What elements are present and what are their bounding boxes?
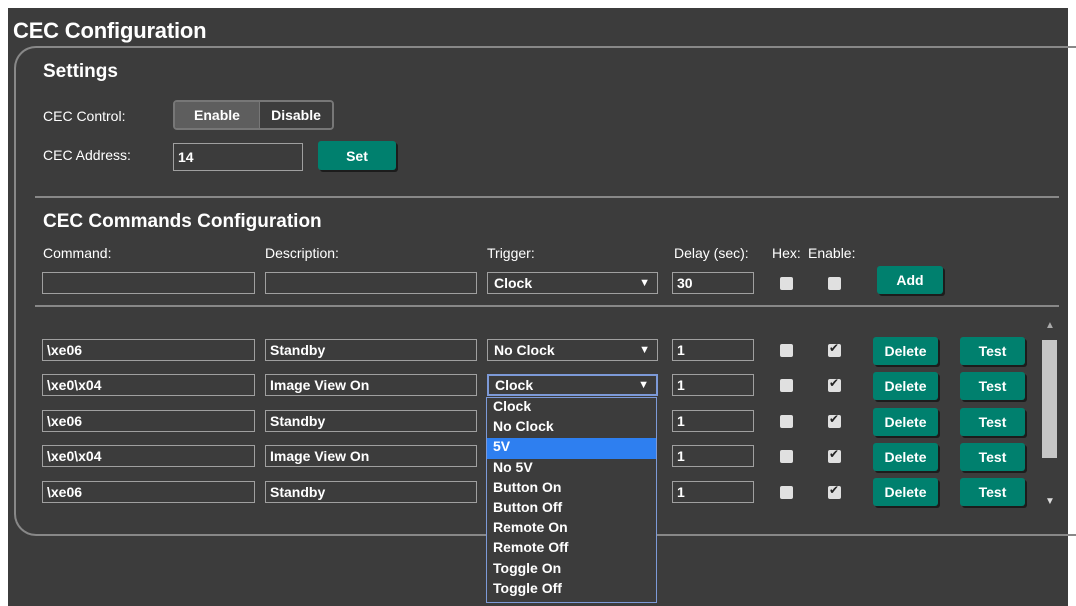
row-trigger-value: No Clock (494, 342, 555, 358)
row-command-input[interactable] (42, 410, 255, 432)
row-delay-input[interactable] (672, 481, 754, 503)
list-divider (35, 305, 1059, 307)
dropdown-option[interactable]: Remote Off (487, 539, 656, 559)
row-command-input[interactable] (42, 481, 255, 503)
cec-address-input[interactable] (173, 143, 303, 171)
new-hex-checkbox[interactable] (780, 277, 793, 290)
set-button[interactable]: Set (318, 141, 396, 170)
trigger-dropdown-list: Clock No Clock 5V No 5V Button On Button… (486, 397, 657, 603)
row-command-input[interactable] (42, 374, 255, 396)
col-trigger-label: Trigger: (487, 245, 535, 261)
row-enable-checkbox[interactable] (828, 483, 841, 499)
test-button[interactable]: Test (960, 372, 1025, 400)
row-description-input[interactable] (265, 374, 477, 396)
col-enable-label: Enable: (808, 245, 856, 261)
test-button[interactable]: Test (960, 337, 1025, 365)
row-hex-checkbox[interactable] (780, 379, 793, 392)
delete-button[interactable]: Delete (873, 372, 938, 400)
dropdown-option[interactable]: Toggle Off (487, 580, 656, 600)
row-hex-checkbox[interactable] (780, 486, 793, 499)
section-divider (35, 196, 1059, 198)
row-hex-checkbox[interactable] (780, 415, 793, 428)
row-enable-checkbox[interactable] (828, 341, 841, 357)
add-button[interactable]: Add (877, 266, 943, 294)
col-delay-label: Delay (sec): (674, 245, 749, 261)
row-hex-checkbox[interactable] (780, 450, 793, 463)
test-button[interactable]: Test (960, 478, 1025, 506)
row-enable-checkbox[interactable] (828, 447, 841, 463)
list-scrollbar[interactable]: ▲ ▼ (1040, 318, 1060, 514)
col-command-label: Command: (43, 245, 112, 261)
cec-control-label: CEC Control: (43, 108, 126, 124)
new-enable-checkbox[interactable] (828, 277, 841, 290)
row-command-input[interactable] (42, 339, 255, 361)
row-trigger-select[interactable]: Clock ▼ (487, 374, 658, 396)
commands-heading: CEC Commands Configuration (43, 211, 322, 232)
new-description-input[interactable] (265, 272, 477, 294)
delete-button[interactable]: Delete (873, 443, 938, 471)
dropdown-arrow-icon: ▼ (639, 277, 650, 289)
disable-button[interactable]: Disable (259, 102, 332, 128)
dropdown-option[interactable]: No 5V (487, 459, 656, 479)
row-description-input[interactable] (265, 339, 477, 361)
enable-button[interactable]: Enable (175, 102, 259, 128)
row-enable-checkbox[interactable] (828, 376, 841, 392)
dropdown-option[interactable]: Clock (487, 398, 656, 418)
settings-heading: Settings (43, 61, 118, 82)
dropdown-option[interactable]: Toggle On (487, 560, 656, 580)
row-delay-input[interactable] (672, 339, 754, 361)
dropdown-option[interactable]: Remote On (487, 519, 656, 539)
dropdown-option[interactable]: No Clock (487, 418, 656, 438)
dropdown-option[interactable]: Button On (487, 479, 656, 499)
row-enable-checkbox[interactable] (828, 412, 841, 428)
test-button[interactable]: Test (960, 443, 1025, 471)
test-button[interactable]: Test (960, 408, 1025, 436)
dropdown-arrow-icon: ▼ (638, 379, 649, 391)
new-delay-input[interactable] (672, 272, 754, 294)
new-command-input[interactable] (42, 272, 255, 294)
delete-button[interactable]: Delete (873, 337, 938, 365)
col-description-label: Description: (265, 245, 339, 261)
dropdown-option-highlighted[interactable]: 5V (487, 438, 656, 459)
dropdown-arrow-icon: ▼ (639, 344, 650, 356)
row-trigger-select[interactable]: No Clock ▼ (487, 339, 658, 361)
row-delay-input[interactable] (672, 445, 754, 467)
col-hex-label: Hex: (772, 245, 801, 261)
new-trigger-select[interactable]: Clock ▼ (487, 272, 658, 294)
dropdown-option[interactable]: Button Off (487, 499, 656, 519)
scroll-down-icon[interactable]: ▼ (1045, 496, 1055, 507)
row-description-input[interactable] (265, 445, 477, 467)
row-delay-input[interactable] (672, 410, 754, 432)
cec-address-label: CEC Address: (43, 147, 131, 163)
delete-button[interactable]: Delete (873, 478, 938, 506)
delete-button[interactable]: Delete (873, 408, 938, 436)
row-delay-input[interactable] (672, 374, 754, 396)
cec-control-toggle: Enable Disable (173, 100, 334, 130)
row-trigger-value: Clock (495, 377, 534, 393)
page-title: CEC Configuration (13, 18, 207, 43)
scrollbar-thumb[interactable] (1042, 340, 1057, 458)
row-command-input[interactable] (42, 445, 255, 467)
new-trigger-value: Clock (494, 275, 533, 291)
row-description-input[interactable] (265, 481, 477, 503)
row-description-input[interactable] (265, 410, 477, 432)
scroll-up-icon[interactable]: ▲ (1045, 320, 1055, 331)
row-hex-checkbox[interactable] (780, 344, 793, 357)
